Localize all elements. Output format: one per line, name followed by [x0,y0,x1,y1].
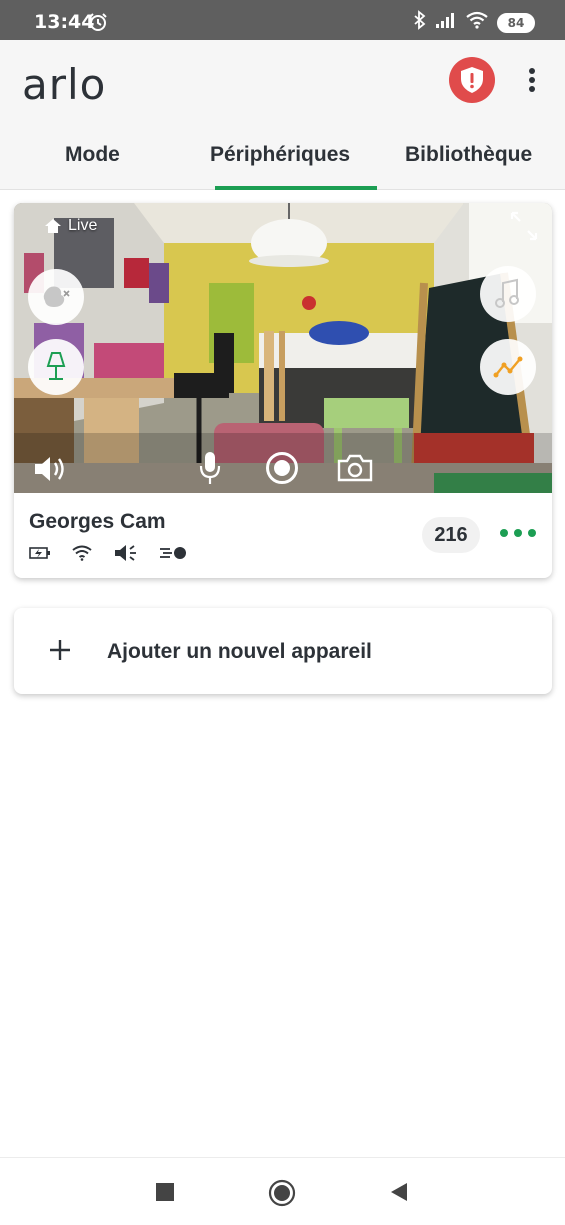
lullaby-button[interactable] [480,266,536,322]
record-icon [266,452,298,484]
camera-feed-image [14,203,552,493]
dot-icon [529,77,535,83]
alarm-icon [88,12,108,37]
add-device-button[interactable]: Ajouter un nouvel appareil [14,608,552,694]
status-time: 13:44 [34,11,95,33]
home-circle-icon [268,1179,296,1207]
battery-indicator: 84 [497,12,535,33]
bluetooth-icon [413,10,427,35]
status-bar: 13:44 84 [0,0,565,40]
active-tab-indicator [215,186,377,190]
microphone-icon [199,452,221,484]
record-button[interactable] [265,451,299,490]
volume-icon [35,457,64,481]
camera-feed[interactable]: Live [14,203,552,493]
dot-icon [514,529,522,537]
camera-icon [337,454,373,482]
camera-info: Georges Cam 216 [14,493,552,578]
dog-bark-icon [43,286,70,307]
camera-options-button[interactable] [500,529,536,537]
dot-icon [529,86,535,92]
lamp-icon [46,352,66,380]
music-note-icon [495,278,519,308]
microphone-button[interactable] [198,450,222,491]
tab-mode[interactable]: Mode [65,143,120,167]
back-button[interactable] [388,1181,410,1208]
home-button[interactable] [268,1179,296,1212]
camera-card: Live Georges Cam 216 [14,203,552,578]
activity-button[interactable] [480,339,536,395]
live-badge: Live [44,217,97,235]
dog-bark-button[interactable] [28,269,84,325]
square-icon [156,1183,174,1201]
night-light-button[interactable] [28,339,84,395]
fullscreen-icon[interactable] [506,209,542,248]
system-navigation-bar [0,1157,565,1225]
back-triangle-icon [391,1183,407,1201]
security-shield-button[interactable] [449,57,495,103]
camera-status-icons [29,543,187,563]
add-device-label: Ajouter un nouvel appareil [107,640,372,663]
activity-chart-icon [493,356,523,378]
clip-count-badge[interactable]: 216 [422,517,480,553]
camera-name: Georges Cam [29,510,166,533]
plus-icon [50,640,70,660]
motion-icon [160,547,186,559]
arlo-logo: arlo [22,60,107,109]
shield-alert-icon [461,67,483,93]
snapshot-button[interactable] [336,453,374,488]
live-label: Live [68,217,98,234]
wifi-icon [72,545,92,561]
volume-button[interactable] [32,453,70,490]
app-bar: arlo Mode Périphériques Bibliothèque [0,40,565,190]
home-icon [45,219,61,233]
dot-icon [528,529,536,537]
overflow-menu-button[interactable] [520,62,544,98]
tab-bar: Mode Périphériques Bibliothèque [0,135,565,190]
recent-apps-button[interactable] [155,1182,175,1207]
speaker-icon [115,545,136,561]
signal-icon [435,11,457,34]
dot-icon [529,68,535,74]
dot-icon [500,529,508,537]
tab-bibliotheque[interactable]: Bibliothèque [405,143,532,167]
wifi-status-icon [465,11,489,34]
battery-charging-icon [29,547,50,559]
tab-peripheriques[interactable]: Périphériques [210,143,350,167]
